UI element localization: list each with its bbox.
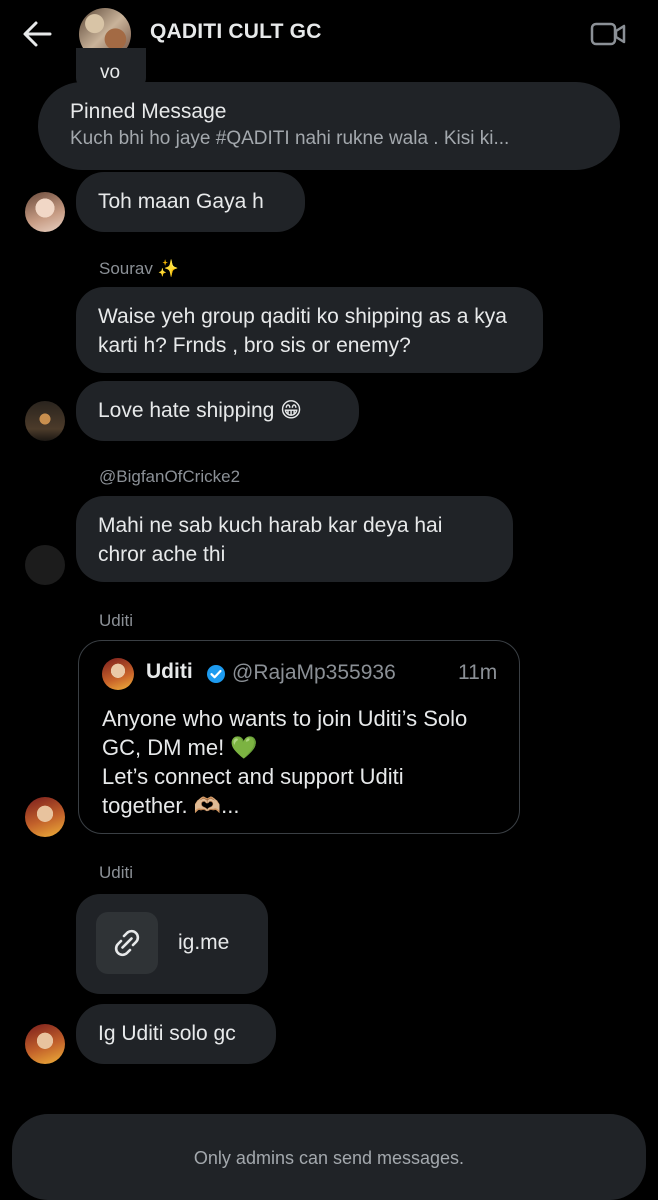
message-text: Toh maan Gaya h: [98, 190, 264, 213]
sender-name: @BigfanOfCricke2: [99, 467, 241, 486]
pinned-message-title: Pinned Message: [70, 100, 227, 123]
message-bubble[interactable]: Love hate shipping 😁: [76, 381, 359, 441]
message-bubble[interactable]: Waise yeh group qaditi ko shipping as a …: [76, 287, 543, 373]
avatar[interactable]: [25, 1024, 65, 1064]
sender-name: Uditi: [99, 611, 134, 630]
sender-name: Sourav ✨: [99, 259, 179, 278]
sender-name: Uditi: [99, 863, 134, 882]
message-text: Mahi ne sab kuch harab kar deya hai chro…: [98, 514, 443, 566]
avatar[interactable]: [25, 545, 65, 585]
message-bubble[interactable]: Ig Uditi solo gc: [76, 1004, 276, 1064]
link-text: ig.me: [178, 931, 230, 954]
quoted-post-text: Anyone who wants to join Uditi’s Solo GC…: [102, 706, 468, 818]
arrow-left-icon[interactable]: [20, 18, 54, 50]
pinned-message-text: Kuch bhi ho jaye #QADITI nahi rukne wala…: [70, 128, 510, 149]
admins-only-notice: Only admins can send messages.: [193, 1148, 465, 1168]
avatar[interactable]: [25, 401, 65, 441]
link-icon: [114, 929, 140, 957]
message-bubble[interactable]: Toh maan Gaya h: [76, 172, 305, 232]
message-text: Love hate shipping 😁: [98, 399, 303, 422]
link-icon-box: [96, 912, 158, 974]
quoted-post-name: Uditi: [146, 660, 193, 683]
quoted-post-handle: @RajaMp355936: [232, 661, 396, 684]
pinned-message-bar[interactable]: [38, 82, 620, 170]
verified-badge-icon: [207, 665, 225, 683]
message-text: Waise yeh group qaditi ko shipping as a …: [98, 305, 507, 357]
avatar[interactable]: [25, 797, 65, 837]
message-text: vo: [100, 62, 121, 83]
message-text: Ig Uditi solo gc: [98, 1022, 236, 1045]
message-bubble[interactable]: Mahi ne sab kuch harab kar deya hai chro…: [76, 496, 513, 582]
quoted-post-time: 11m: [458, 661, 498, 684]
quoted-post-avatar: [102, 658, 134, 690]
group-title[interactable]: QADITI CULT GC: [150, 20, 322, 44]
video-camera-icon[interactable]: [590, 20, 626, 48]
avatar[interactable]: [25, 192, 65, 232]
